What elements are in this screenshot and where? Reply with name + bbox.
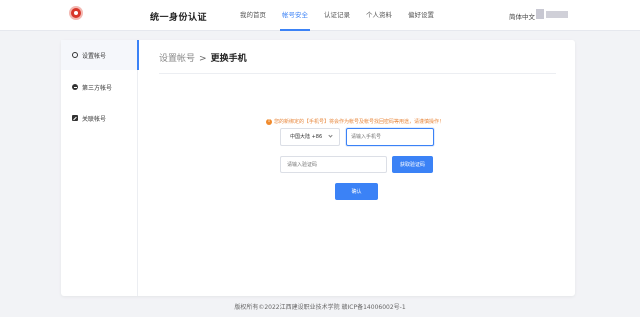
user-name-redacted[interactable] <box>546 11 568 18</box>
sidebar-item-label: 关联帐号 <box>82 115 107 123</box>
confirm-button[interactable]: 确认 <box>335 183 378 200</box>
main-nav: 我的首页 帐号安全 认证记录 个人资料 偏好设置 <box>232 0 442 31</box>
country-code-select[interactable]: 中国大陆 +86 <box>280 128 340 146</box>
warning-icon: ! <box>266 118 272 125</box>
nav-auth-records[interactable]: 认证记录 <box>316 0 358 31</box>
breadcrumb: 设置帐号 > 更换手机 <box>159 51 247 64</box>
sidebar-item-third-party[interactable]: 第三方帐号 <box>61 72 138 102</box>
breadcrumb-separator: > <box>199 54 207 64</box>
top-bar: 统一身份认证 我的首页 帐号安全 认证记录 个人资料 偏好设置 简体中文 <box>0 0 640 31</box>
nav-preferences[interactable]: 偏好设置 <box>400 0 442 31</box>
logo-icon[interactable] <box>69 6 83 20</box>
sidebar-item-label: 设置帐号 <box>82 52 107 60</box>
sidebar-item-account-settings[interactable]: 设置帐号 <box>61 40 139 70</box>
link-circle-icon <box>72 84 78 90</box>
bind-icon <box>72 115 78 121</box>
divider <box>159 73 556 74</box>
avatar[interactable] <box>536 9 544 19</box>
nav-profile[interactable]: 个人资料 <box>358 0 400 31</box>
sidebar: 设置帐号 第三方帐号 关联帐号 <box>61 40 139 296</box>
footer-copyright: 版权所有©2022江西建设职业技术学院 赣ICP备14006002号-1 <box>234 304 406 311</box>
get-code-button[interactable]: 获取验证码 <box>392 156 433 173</box>
nav-account-security[interactable]: 帐号安全 <box>274 0 316 31</box>
page-title: 更换手机 <box>210 54 247 64</box>
breadcrumb-parent[interactable]: 设置帐号 <box>159 54 195 64</box>
nav-home[interactable]: 我的首页 <box>232 0 274 31</box>
verification-code-input[interactable] <box>280 156 387 173</box>
country-code-value: 中国大陆 +86 <box>290 134 323 140</box>
sidebar-item-label: 第三方帐号 <box>82 84 113 92</box>
app-title: 统一身份认证 <box>150 13 208 23</box>
gear-icon <box>72 52 78 58</box>
chevron-down-icon <box>328 133 333 138</box>
language-label: 简体中文 <box>509 13 535 21</box>
notice-text: ! 您的新绑定的【手机号】将会作为帐号及帐号找回密码等用途，请谨慎操作！ <box>266 118 444 125</box>
phone-input[interactable] <box>346 128 434 146</box>
main-card: 设置帐号 第三方帐号 关联帐号 设置帐号 > 更换手机 ! 您的新绑定的【手机号】将会… <box>61 40 575 296</box>
notice-message: 您的新绑定的【手机号】将会作为帐号及帐号找回密码等用途，请谨慎操作！ <box>274 119 445 125</box>
sidebar-item-linked-accounts[interactable]: 关联帐号 <box>61 103 138 133</box>
